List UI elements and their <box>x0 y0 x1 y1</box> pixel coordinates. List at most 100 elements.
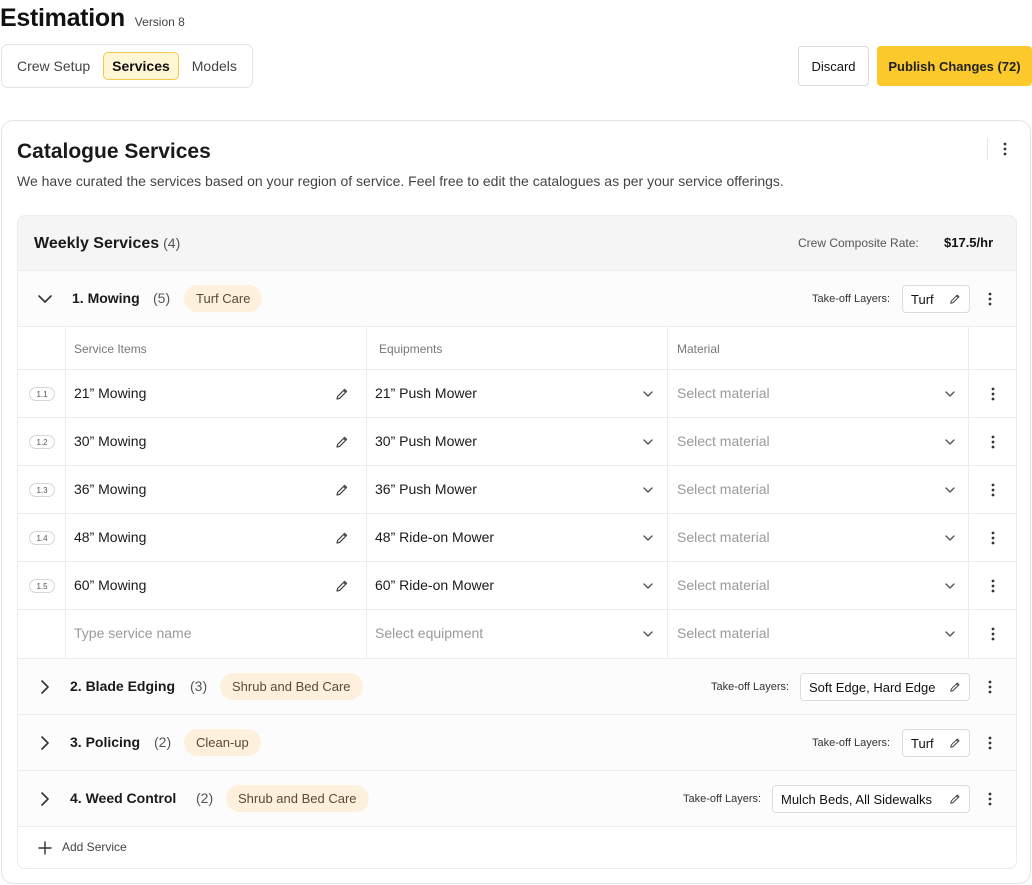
material-select[interactable]: Select material <box>677 625 770 641</box>
row-menu-button[interactable] <box>986 434 1000 450</box>
takeoff-layers-value: Mulch Beds, All Sidewalks <box>781 791 933 807</box>
page-header: Estimation Version 8 <box>0 4 185 33</box>
publish-changes-button[interactable]: Publish Changes (72) <box>877 46 1032 86</box>
takeoff-layers-field[interactable]: Soft Edge, Hard Edge <box>800 673 970 701</box>
group-menu-button[interactable] <box>983 735 997 751</box>
service-name-input[interactable]: Type service name <box>74 625 192 641</box>
more-vertical-icon <box>991 579 995 593</box>
tab-services[interactable]: Services <box>103 52 179 80</box>
add-service-button[interactable]: Add Service <box>18 827 1016 868</box>
chevron-down-icon[interactable] <box>641 627 655 641</box>
group-name: 4. Weed Control <box>70 790 177 806</box>
weekly-services-section: Weekly Services (4) Crew Composite Rate: … <box>17 215 1017 869</box>
service-item-name: 48” Mowing <box>74 529 147 545</box>
table-row: 1.1 21” Mowing 21” Push Mower Select mat… <box>18 370 1016 418</box>
row-number-badge: 1.5 <box>29 579 55 593</box>
service-group-blade-edging: 2. Blade Edging (3) Shrub and Bed Care T… <box>18 659 1016 715</box>
takeoff-layers-label: Take-off Layers: <box>812 737 891 749</box>
takeoff-layers-field[interactable]: Mulch Beds, All Sidewalks <box>772 785 970 813</box>
group-name: 2. Blade Edging <box>70 678 176 694</box>
pencil-icon <box>950 294 960 304</box>
group-menu-button[interactable] <box>983 679 997 695</box>
chevron-right-icon[interactable] <box>37 735 53 751</box>
chevron-down-icon[interactable] <box>943 627 957 641</box>
row-number-badge: 1.3 <box>29 483 55 497</box>
chevron-down-icon <box>945 391 955 397</box>
pencil-icon[interactable] <box>335 579 349 593</box>
row-menu-button[interactable] <box>986 482 1000 498</box>
group-menu-button[interactable] <box>983 791 997 807</box>
more-vertical-icon <box>1003 142 1006 156</box>
crew-rate-value: $17.5/hr <box>944 235 994 250</box>
material-select[interactable]: Select material <box>677 385 770 401</box>
equipment-select[interactable]: 60” Ride-on Mower <box>375 577 494 593</box>
chevron-down-icon <box>643 439 653 445</box>
chevron-down-icon <box>945 631 955 637</box>
equipment-select[interactable]: Select equipment <box>375 625 483 641</box>
more-vertical-icon <box>988 792 992 806</box>
service-item-name: 60” Mowing <box>74 577 147 593</box>
service-group-policing: 3. Policing (2) Clean-up Take-off Layers… <box>18 715 1016 771</box>
takeoff-layers-field[interactable]: Turf <box>902 285 970 313</box>
group-menu-button[interactable] <box>983 291 997 307</box>
table-row: 1.2 30” Mowing 30” Push Mower Select mat… <box>18 418 1016 466</box>
chevron-down-icon <box>643 391 653 397</box>
table-row: 1.3 36” Mowing 36” Push Mower Select mat… <box>18 466 1016 514</box>
chevron-down-icon[interactable] <box>641 483 655 497</box>
material-select[interactable]: Select material <box>677 529 770 545</box>
chevron-down-icon[interactable] <box>943 435 957 449</box>
version-label: Version 8 <box>134 15 185 29</box>
material-select[interactable]: Select material <box>677 577 770 593</box>
service-group-mowing: 1. Mowing (5) Turf Care Take-off Layers:… <box>18 271 1016 327</box>
discard-button[interactable]: Discard <box>798 46 869 86</box>
chevron-down-icon[interactable] <box>641 387 655 401</box>
equipment-select[interactable]: 30” Push Mower <box>375 433 477 449</box>
chevron-right-icon[interactable] <box>37 679 53 695</box>
service-items-table: Service Items Equipments Material 1.1 21… <box>18 327 1016 659</box>
row-menu-button[interactable] <box>986 386 1000 402</box>
row-menu-button[interactable] <box>986 578 1000 594</box>
equipment-select[interactable]: 21” Push Mower <box>375 385 477 401</box>
more-vertical-icon <box>988 292 992 306</box>
chevron-down-icon[interactable] <box>641 531 655 545</box>
pencil-icon <box>950 738 960 748</box>
pencil-icon[interactable] <box>335 387 349 401</box>
tab-crew-setup[interactable]: Crew Setup <box>8 52 99 80</box>
chevron-down-icon[interactable] <box>943 531 957 545</box>
equipment-select[interactable]: 36” Push Mower <box>375 481 477 497</box>
takeoff-layers-value: Turf <box>911 735 934 751</box>
more-vertical-icon <box>991 483 995 497</box>
row-menu-button[interactable] <box>986 626 1000 642</box>
chevron-down-icon[interactable] <box>37 291 53 307</box>
pencil-icon[interactable] <box>335 435 349 449</box>
column-header-equipments: Equipments <box>379 342 443 356</box>
material-select[interactable]: Select material <box>677 433 770 449</box>
takeoff-layers-label: Take-off Layers: <box>812 293 891 305</box>
chevron-right-icon[interactable] <box>37 791 53 807</box>
category-tag: Clean-up <box>184 729 261 756</box>
takeoff-layers-label: Take-off Layers: <box>711 681 790 693</box>
pencil-icon <box>336 580 348 592</box>
new-service-row: Type service name Select equipment Selec… <box>18 610 1016 658</box>
catalogue-menu-button[interactable] <box>987 138 1021 160</box>
chevron-down-icon[interactable] <box>641 579 655 593</box>
chevron-down-icon[interactable] <box>943 387 957 401</box>
tab-models[interactable]: Models <box>183 52 246 80</box>
equipment-select[interactable]: 48” Ride-on Mower <box>375 529 494 545</box>
page-title: Estimation <box>0 4 125 32</box>
row-menu-button[interactable] <box>986 530 1000 546</box>
more-vertical-icon <box>991 387 995 401</box>
chevron-down-icon <box>643 487 653 493</box>
group-name: 3. Policing <box>70 734 141 750</box>
pencil-icon[interactable] <box>335 531 349 545</box>
chevron-down-icon[interactable] <box>943 483 957 497</box>
takeoff-layers-field[interactable]: Turf <box>902 729 970 757</box>
catalogue-description: We have curated the services based on yo… <box>17 173 784 189</box>
pencil-icon[interactable] <box>335 483 349 497</box>
material-select[interactable]: Select material <box>677 481 770 497</box>
takeoff-layers-value: Turf <box>911 291 934 307</box>
chevron-down-icon[interactable] <box>641 435 655 449</box>
chevron-down-icon[interactable] <box>943 579 957 593</box>
chevron-down-icon <box>945 583 955 589</box>
row-number-badge: 1.2 <box>29 435 55 449</box>
